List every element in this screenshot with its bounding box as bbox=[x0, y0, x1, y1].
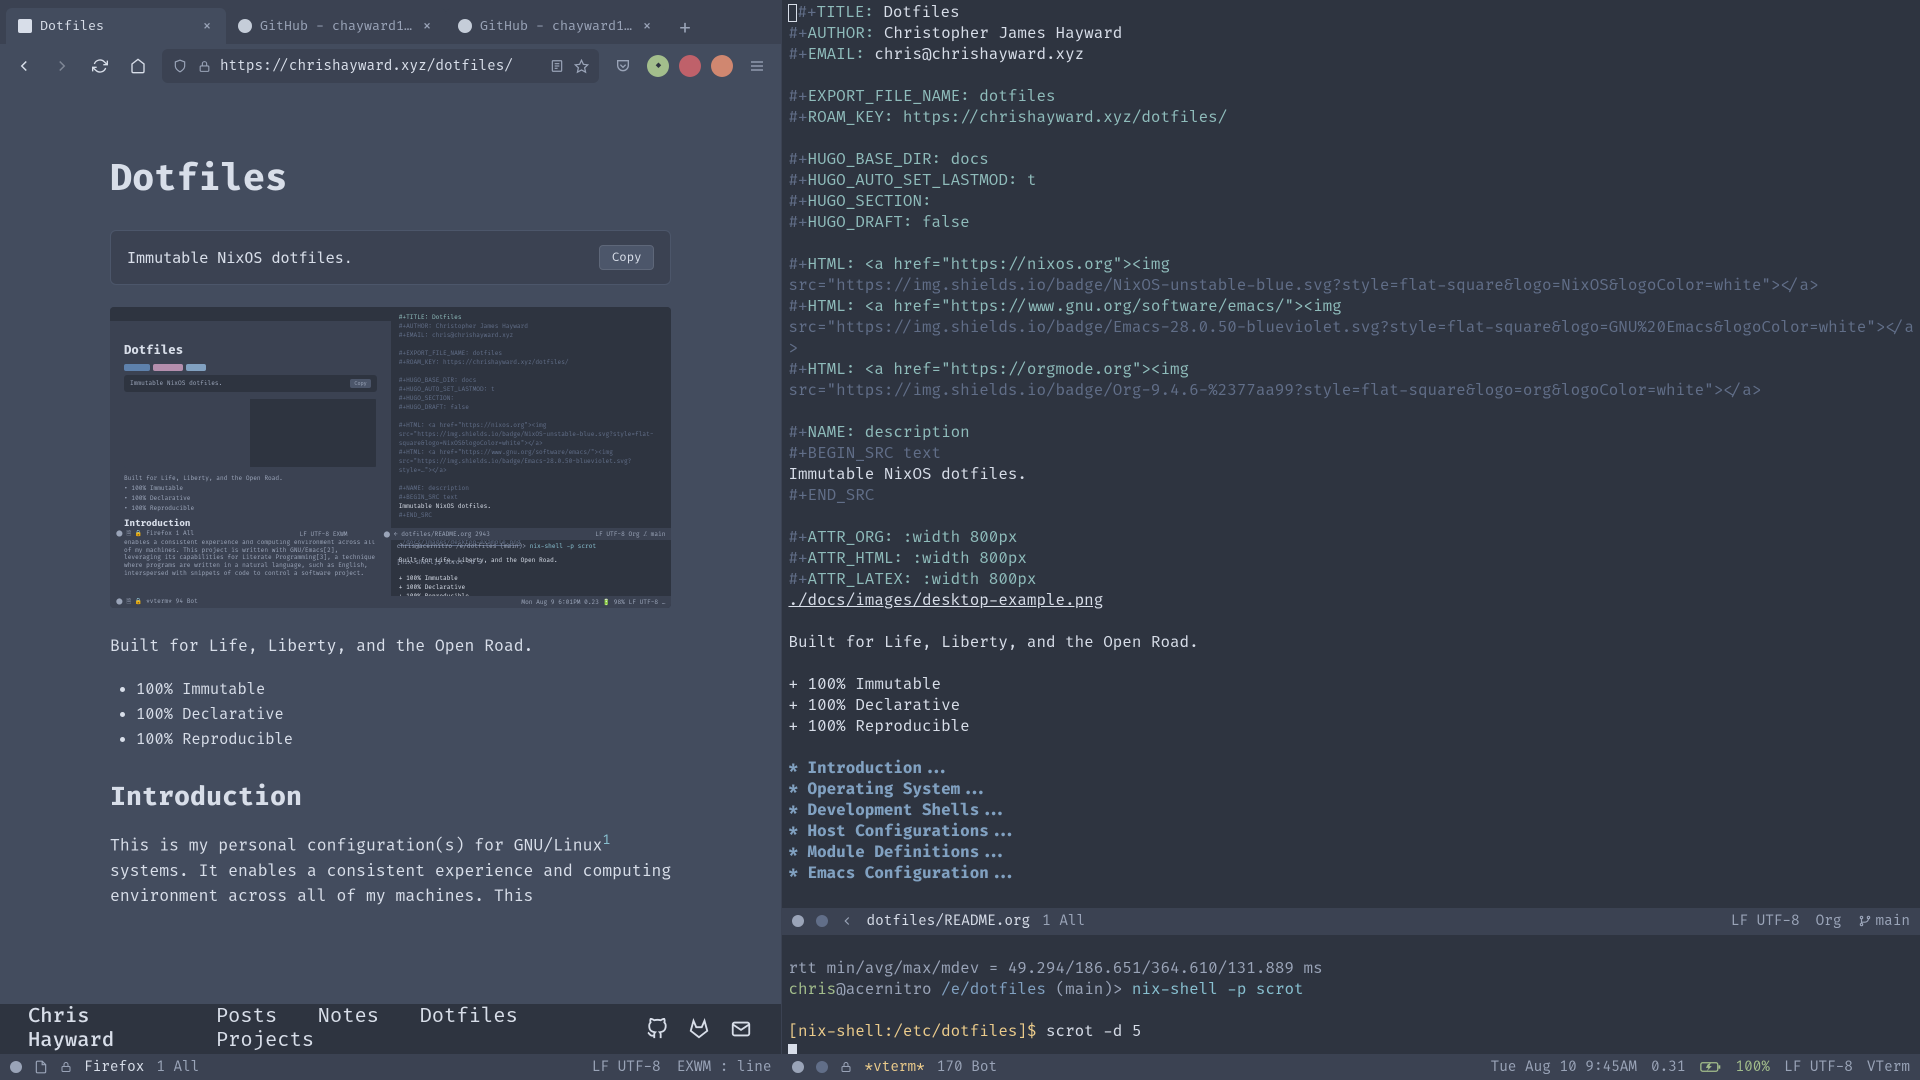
status-dot-icon bbox=[792, 1061, 804, 1073]
mail-icon[interactable] bbox=[729, 1017, 753, 1041]
tab-label: GitHub - chayward1/dotf bbox=[480, 18, 632, 34]
git-branch: main bbox=[1858, 913, 1910, 930]
desktop-screenshot-image: Dotfiles Immutable NixOS dotfiles.Copy B… bbox=[110, 307, 671, 608]
status-dot-icon bbox=[792, 915, 804, 927]
buffer-name: Firefox bbox=[84, 1059, 144, 1076]
github-icon bbox=[458, 19, 472, 33]
right-pane: #+TITLE: Dotfiles #+AUTHOR: Christopher … bbox=[781, 0, 1920, 1080]
feature-item: 100% Reproducible bbox=[136, 730, 671, 749]
favicon-icon bbox=[18, 19, 32, 33]
reader-mode-icon[interactable] bbox=[549, 58, 565, 74]
tab-github-1[interactable]: GitHub - chayward1/dotf × bbox=[226, 8, 446, 44]
browser-toolbar: ◆ bbox=[0, 44, 781, 88]
hamburger-menu-icon[interactable] bbox=[743, 52, 771, 80]
bookmark-star-icon[interactable] bbox=[573, 58, 589, 74]
feature-item: 100% Immutable bbox=[136, 680, 671, 699]
encoding: LF UTF-8 bbox=[592, 1059, 661, 1076]
buffer-name: *vterm* bbox=[864, 1059, 924, 1076]
modified-dot-icon bbox=[816, 1061, 828, 1073]
introduction-heading: Introduction bbox=[110, 781, 671, 813]
major-mode: EXWM : line bbox=[677, 1059, 772, 1076]
description-text: Immutable NixOS dotfiles. bbox=[127, 249, 353, 267]
tab-label: GitHub - chayward1/dotf bbox=[260, 18, 412, 34]
reload-button[interactable] bbox=[86, 52, 114, 80]
firefox-window: Dotfiles × GitHub - chayward1/dotf × Git… bbox=[0, 0, 781, 1054]
extension-icon[interactable] bbox=[711, 55, 733, 77]
back-button[interactable] bbox=[10, 52, 38, 80]
back-arrow-icon bbox=[840, 914, 854, 928]
left-modeline: Firefox 1 All LF UTF-8 EXWM : line bbox=[0, 1054, 781, 1080]
toolbar-right: ◆ bbox=[609, 52, 771, 80]
encoding: LF UTF-8 bbox=[1731, 913, 1800, 930]
page-title: Dotfiles bbox=[110, 158, 671, 202]
pocket-icon[interactable] bbox=[609, 52, 637, 80]
left-pane: Dotfiles × GitHub - chayward1/dotf × Git… bbox=[0, 0, 781, 1080]
gitlab-icon[interactable] bbox=[687, 1017, 711, 1041]
introduction-text: This is my personal configuration(s) for… bbox=[110, 831, 671, 910]
term-modeline: *vterm* 170 Bot Tue Aug 10 9:45AM 0.31 1… bbox=[782, 1054, 1920, 1080]
battery-icon bbox=[1700, 1059, 1722, 1076]
new-tab-button[interactable]: + bbox=[670, 14, 700, 44]
tab-label: Dotfiles bbox=[40, 18, 192, 34]
load-average: 0.31 bbox=[1651, 1059, 1685, 1076]
nav-dotfiles[interactable]: Dotfiles bbox=[419, 1005, 517, 1029]
extension-ublock-icon[interactable] bbox=[679, 55, 701, 77]
nav-posts[interactable]: Posts bbox=[216, 1005, 278, 1029]
site-footer: Chris Hayward Posts Notes Dotfiles Proje… bbox=[0, 1004, 781, 1054]
footer-brand[interactable]: Chris Hayward bbox=[28, 1005, 164, 1053]
major-mode: VTerm bbox=[1867, 1059, 1910, 1076]
readonly-lock-icon bbox=[840, 1061, 852, 1073]
extension-bitwarden-icon[interactable]: ◆ bbox=[647, 55, 669, 77]
url-input[interactable] bbox=[220, 58, 541, 75]
close-icon[interactable]: × bbox=[420, 19, 434, 33]
org-editor[interactable]: #+TITLE: Dotfiles #+AUTHOR: Christopher … bbox=[782, 0, 1920, 908]
shield-icon bbox=[172, 58, 188, 74]
buffer-name: dotfiles/README.org bbox=[866, 913, 1030, 930]
footer-nav: Posts Notes Dotfiles Projects bbox=[216, 1005, 614, 1053]
cursor-position: 1 All bbox=[156, 1059, 199, 1076]
tab-github-2[interactable]: GitHub - chayward1/dotf × bbox=[446, 8, 666, 44]
footer-social bbox=[645, 1017, 753, 1041]
tab-bar: Dotfiles × GitHub - chayward1/dotf × Git… bbox=[0, 0, 781, 44]
vterm[interactable]: rtt min/avg/max/mdev = 49.294/186.651/36… bbox=[782, 934, 1920, 1054]
tab-active[interactable]: Dotfiles × bbox=[6, 8, 226, 44]
close-icon[interactable]: × bbox=[640, 19, 654, 33]
clock: Tue Aug 10 9:45AM bbox=[1491, 1059, 1637, 1076]
description-codebox: Immutable NixOS dotfiles. Copy bbox=[110, 230, 671, 285]
cursor-position: 1 All bbox=[1042, 913, 1085, 930]
editor-modeline: dotfiles/README.org 1 All LF UTF-8 Org m… bbox=[782, 908, 1920, 934]
lock-icon bbox=[196, 58, 212, 74]
web-page[interactable]: Dotfiles Immutable NixOS dotfiles. Copy … bbox=[0, 88, 781, 1054]
close-icon[interactable]: × bbox=[200, 19, 214, 33]
tagline: Built for Life, Liberty, and the Open Ro… bbox=[110, 636, 671, 656]
cursor-position: 170 Bot bbox=[937, 1059, 997, 1076]
forward-button[interactable] bbox=[48, 52, 76, 80]
github-icon bbox=[238, 19, 252, 33]
major-mode: Org bbox=[1816, 913, 1842, 930]
status-dot-icon bbox=[10, 1061, 22, 1073]
nav-notes[interactable]: Notes bbox=[318, 1005, 380, 1029]
readonly-lock-icon bbox=[60, 1061, 72, 1073]
home-button[interactable] bbox=[124, 52, 152, 80]
battery-percent: 100% bbox=[1736, 1059, 1770, 1076]
feature-item: 100% Declarative bbox=[136, 705, 671, 724]
feature-list: 100% Immutable 100% Declarative 100% Rep… bbox=[110, 680, 671, 749]
address-bar[interactable] bbox=[162, 49, 599, 83]
copy-button[interactable]: Copy bbox=[599, 245, 655, 270]
github-icon[interactable] bbox=[645, 1017, 669, 1041]
encoding: LF UTF-8 bbox=[1784, 1059, 1853, 1076]
nav-projects[interactable]: Projects bbox=[216, 1029, 314, 1053]
file-icon bbox=[34, 1060, 48, 1074]
modified-dot-icon bbox=[816, 915, 828, 927]
